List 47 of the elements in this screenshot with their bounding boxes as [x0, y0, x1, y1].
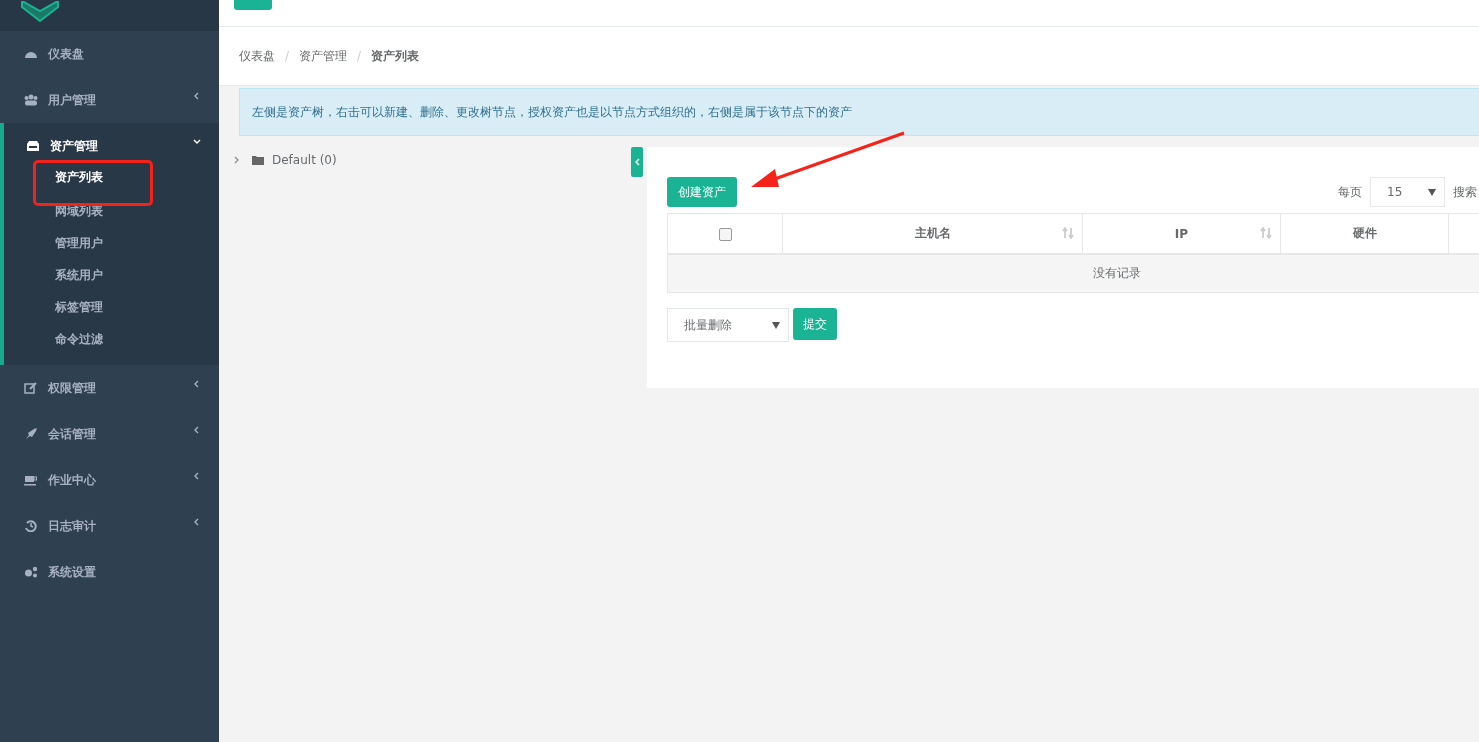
breadcrumb-item[interactable]: 仪表盘 — [239, 47, 275, 65]
nav-item[interactable]: 权限管理 — [0, 365, 219, 411]
empty-table-message: 没有记录 — [667, 254, 1479, 293]
nav-item[interactable]: 会话管理 — [0, 411, 219, 457]
sort-icon — [1062, 227, 1074, 239]
breadcrumb-separator: / — [357, 49, 362, 63]
sort-icon — [1260, 227, 1272, 239]
users-icon — [24, 94, 38, 106]
folder-icon — [252, 155, 264, 165]
nav-subitem[interactable]: 管理用户 — [4, 227, 219, 259]
page-size-select[interactable]: 15 — [1370, 177, 1445, 207]
collapse-tab[interactable] — [631, 147, 643, 177]
chevron-right-icon[interactable] — [234, 156, 240, 164]
breadcrumb-item[interactable]: 资产管理 — [299, 47, 348, 65]
nav-item[interactable]: 仪表盘 — [0, 31, 219, 77]
nav-item[interactable]: 作业中心 — [0, 457, 219, 503]
page-size-label: 每页 — [1338, 183, 1362, 201]
nav-item[interactable]: 用户管理 — [0, 77, 219, 123]
history-icon — [24, 520, 38, 532]
select-all-checkbox[interactable] — [718, 227, 732, 241]
info-alert: 左侧是资产树，右击可以新建、删除、更改树节点，授权资产也是以节点方式组织的，右侧是属于该节点下的资产 — [239, 88, 1479, 136]
nav-subitem[interactable]: 标签管理 — [4, 291, 219, 323]
bulk-action-select[interactable]: 批量删除 — [667, 308, 789, 342]
tree-node-label[interactable]: Default (0) — [272, 153, 337, 167]
breadcrumb-item: 资产列表 — [371, 47, 420, 65]
chevron-left-icon — [193, 380, 201, 388]
dropdown-caret-icon — [772, 321, 780, 329]
gears-icon — [24, 566, 38, 578]
chevron-left-icon — [193, 518, 201, 526]
chevron-left-icon — [634, 158, 640, 166]
chevron-left-icon — [193, 472, 201, 480]
nav-subitem[interactable]: 命令过滤 — [4, 323, 219, 355]
cube-logo-icon — [20, 1, 60, 23]
inbox-icon — [26, 140, 40, 152]
cup-icon — [24, 474, 38, 486]
nav-subitem[interactable]: 系统用户 — [4, 259, 219, 291]
edit-icon — [24, 382, 38, 394]
chevron-left-icon — [193, 426, 201, 434]
rocket-icon — [24, 428, 38, 440]
nav-subitem[interactable]: 网域列表 — [4, 195, 219, 227]
chevron-down-icon — [193, 138, 201, 146]
breadcrumb-separator: / — [285, 49, 290, 63]
nav-item[interactable]: 日志审计 — [0, 503, 219, 549]
dropdown-caret-icon — [1428, 188, 1436, 196]
nav-item[interactable]: 系统设置 — [0, 549, 219, 595]
chevron-left-icon — [193, 92, 201, 100]
search-label: 搜索 — [1453, 183, 1477, 201]
